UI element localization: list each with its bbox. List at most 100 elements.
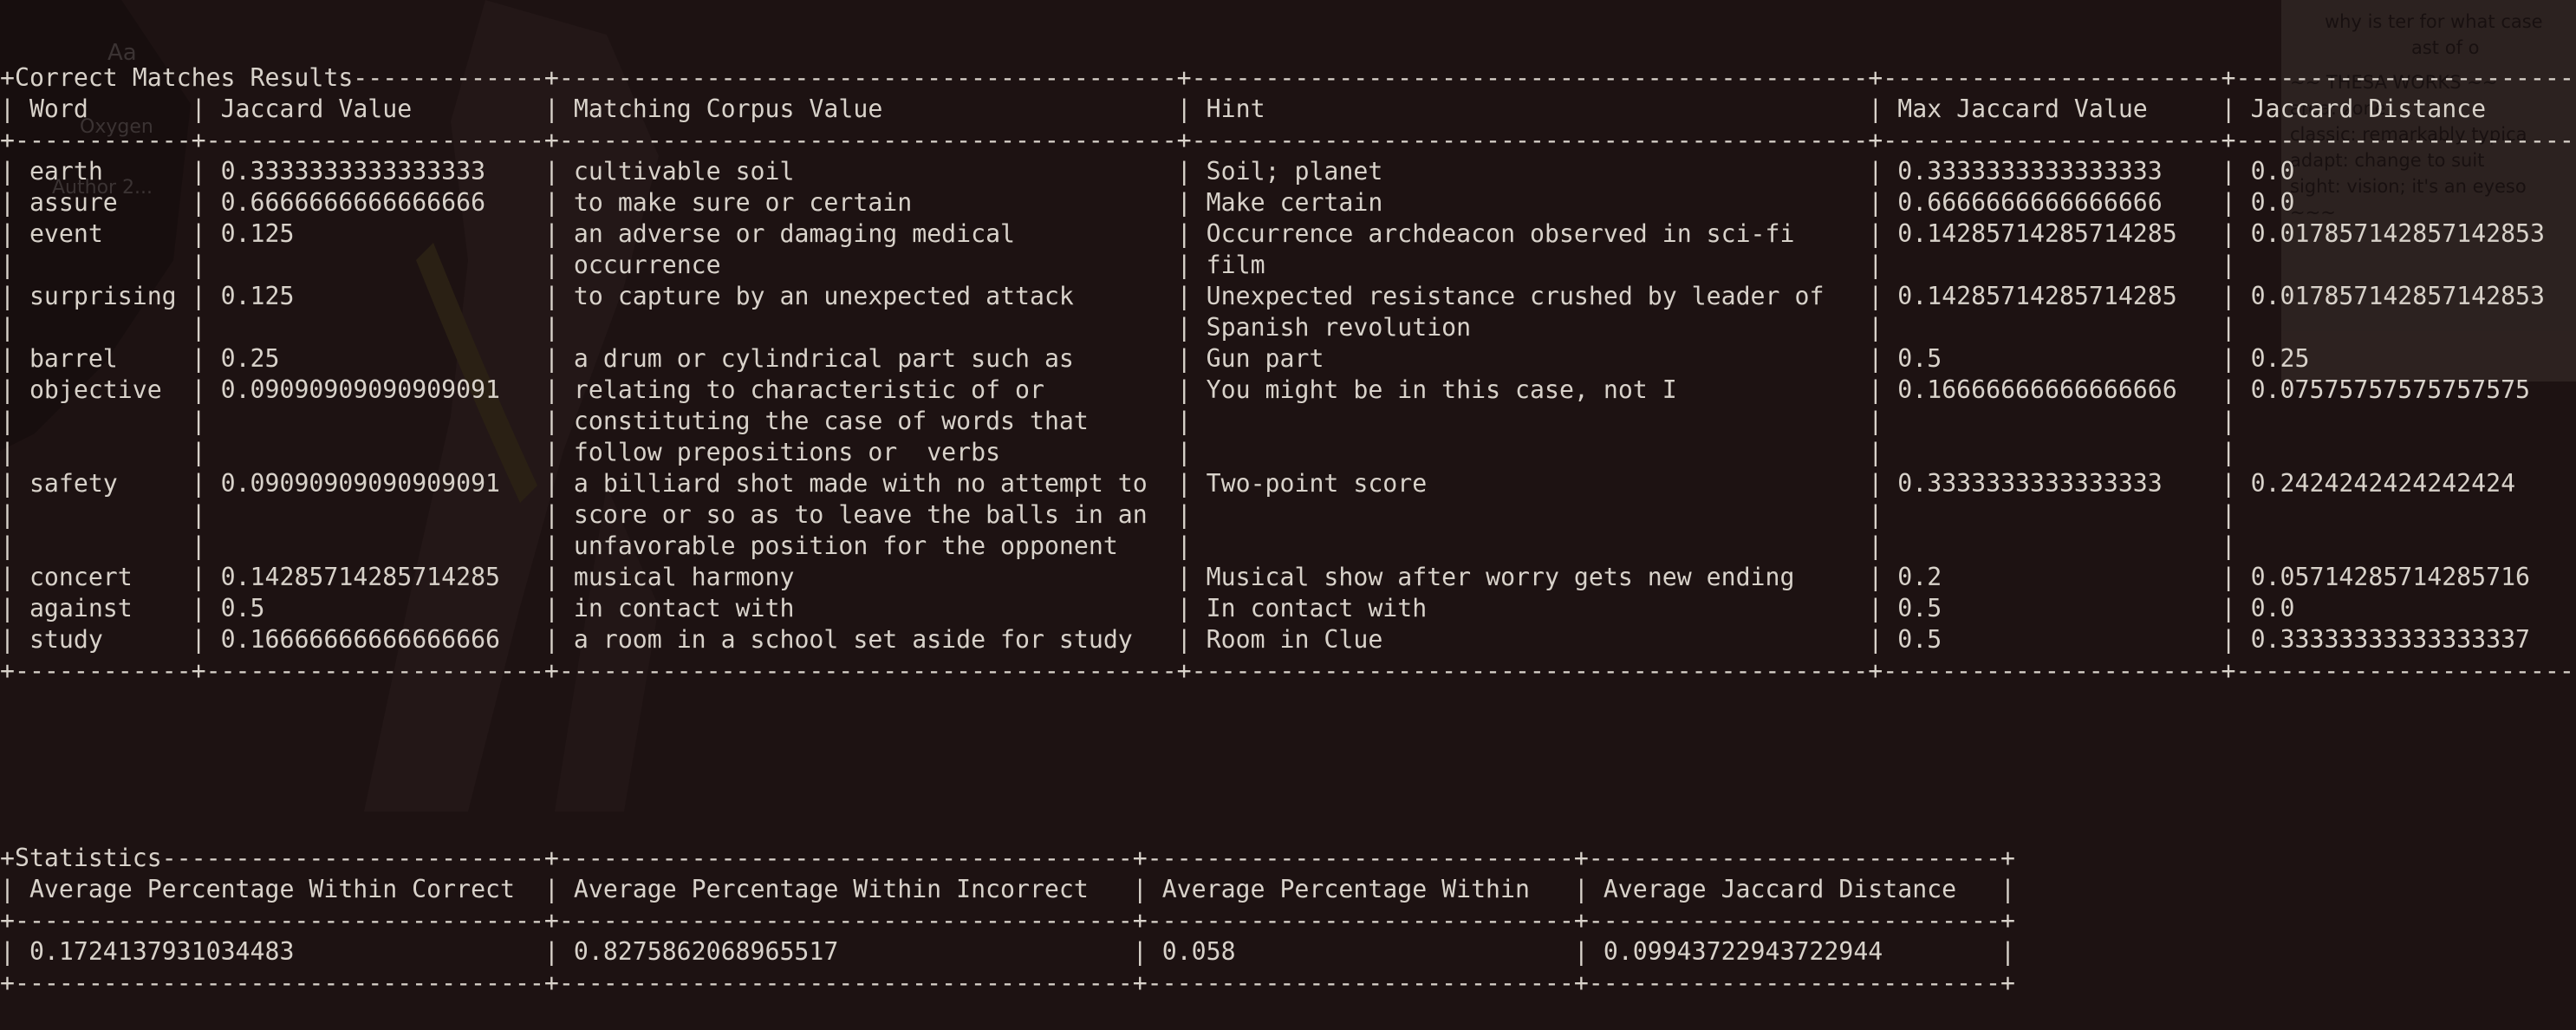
statistics-table: +Statistics--------------------------+--…	[0, 843, 2576, 999]
table-cell: study	[14, 625, 192, 654]
table-cell: follow prepositions or verbs	[558, 438, 1177, 466]
table-cell: a drum or cylindrical part such as	[558, 344, 1177, 373]
table-header-row: | Average Percentage Within Correct | Av…	[0, 875, 2016, 903]
table-cell	[206, 438, 544, 466]
table-cell	[1883, 313, 2221, 342]
table-cell: 0.14285714285714285	[1883, 219, 2221, 248]
table-row: | against | 0.5 | in contact with | In c…	[0, 593, 2576, 624]
table-cell: 0.09090909090909091	[205, 469, 544, 498]
table-border: +------------------------------------+--…	[0, 906, 2015, 935]
table-row: | | | constituting the case of words tha…	[0, 406, 2576, 437]
table-cell: in contact with	[558, 594, 1177, 623]
table-cell: 0.5	[1883, 344, 2221, 373]
column-header: Average Jaccard Distance	[1588, 875, 2001, 903]
table-cell: an adverse or damaging medical	[558, 219, 1177, 248]
table-title-border: +Statistics--------------------------+--…	[0, 844, 2015, 872]
table-cell: to capture by an unexpected attack	[558, 282, 1177, 310]
table-cell: objective	[14, 375, 192, 404]
column-header: Matching Corpus Value	[558, 95, 1177, 123]
table-cell	[15, 313, 192, 342]
column-header: Jaccard Distance	[2235, 95, 2576, 123]
table-cell: 0.14285714285714285	[205, 563, 544, 591]
table-cell	[1192, 531, 1869, 560]
table-title-border: +Correct Matches Results-------------+--…	[0, 63, 2576, 92]
table-cell: 0.125	[205, 282, 544, 310]
table-cell: You might be in this case, not I	[1191, 375, 1869, 404]
table-row: | 0.1724137931034483 | 0.827586206896551…	[0, 937, 2016, 966]
table-cell: Make certain	[1191, 188, 1869, 217]
column-header: Max Jaccard Value	[1883, 95, 2221, 123]
table-cell: occurrence	[558, 251, 1177, 279]
correct-matches-table: +Correct Matches Results-------------+--…	[0, 62, 2576, 687]
table-cell: concert	[14, 563, 192, 591]
table-cell: Gun part	[1191, 344, 1869, 373]
table-cell: 0.5	[205, 594, 544, 623]
table-cell: assure	[14, 188, 192, 217]
table-row: | concert | 0.14285714285714285 | musica…	[0, 562, 2576, 593]
table-cell: 0.8275862068965517	[558, 937, 1133, 966]
table-cell: film	[1191, 251, 1869, 279]
table-cell	[15, 500, 192, 529]
table-row: | objective | 0.09090909090909091 | rela…	[0, 375, 2576, 406]
table-cell: 0.07575757575757575	[2235, 375, 2576, 404]
table-cell: Spanish revolution	[1191, 313, 1869, 342]
table-cell: 0.2	[1883, 563, 2221, 591]
table-cell: 0.25	[205, 344, 544, 373]
table-cell: 0.2424242424242424	[2235, 469, 2576, 498]
table-cell	[1883, 407, 2221, 435]
table-cell	[15, 531, 192, 560]
table-cell: constituting the case of words that	[558, 407, 1177, 435]
table-row: | assure | 0.6666666666666666 | to make …	[0, 187, 2576, 218]
column-header: Hint	[1191, 95, 1869, 123]
table-cell: 0.3333333333333333	[1883, 157, 2221, 186]
table-cell	[1883, 438, 2221, 466]
table-spacer	[0, 749, 2576, 780]
table-cell	[1192, 438, 1869, 466]
table-row: | study | 0.16666666666666666 | a room i…	[0, 624, 2576, 655]
column-header: Average Percentage Within	[1147, 875, 1574, 903]
table-cell	[1192, 407, 1869, 435]
table-border: +------------+-----------------------+--…	[0, 656, 2576, 685]
table-cell: earth	[14, 157, 192, 186]
table-cell: 0.6666666666666666	[1883, 188, 2221, 217]
table-cell	[2236, 407, 2576, 435]
column-header: Average Percentage Within Correct	[14, 875, 544, 903]
table-cell: 0.16666666666666666	[1883, 375, 2221, 404]
table-cell: event	[14, 219, 192, 248]
table-cell	[2236, 313, 2576, 342]
table-cell: score or so as to leave the balls in an	[558, 500, 1177, 529]
table-cell	[1883, 251, 2221, 279]
column-header: Word	[14, 95, 192, 123]
table-cell: Two-point score	[1191, 469, 1869, 498]
table-cell: relating to characteristic of or	[558, 375, 1177, 404]
table-cell: 0.5	[1883, 594, 2221, 623]
table-cell: 0.1724137931034483	[14, 937, 544, 966]
table-cell: 0.16666666666666666	[205, 625, 544, 654]
table-row: | event | 0.125 | an adverse or damaging…	[0, 218, 2576, 250]
table-cell: 0.017857142857142853	[2235, 219, 2576, 248]
table-cell: against	[14, 594, 192, 623]
table-cell	[2236, 438, 2576, 466]
table-row: | | | unfavorable position for the oppon…	[0, 531, 2576, 562]
table-cell	[1883, 500, 2221, 529]
table-cell: to make sure or certain	[558, 188, 1177, 217]
table-row: | earth | 0.3333333333333333 | cultivabl…	[0, 156, 2576, 187]
table-row: | surprising | 0.125 | to capture by an …	[0, 281, 2576, 312]
table-cell: 0.25	[2235, 344, 2576, 373]
table-row: | barrel | 0.25 | a drum or cylindrical …	[0, 343, 2576, 375]
table-cell	[206, 313, 544, 342]
table-cell	[15, 407, 192, 435]
table-cell: Soil; planet	[1191, 157, 1869, 186]
table-cell	[1883, 531, 2221, 560]
table-cell	[206, 531, 544, 560]
table-border: +------------+-----------------------+--…	[0, 126, 2576, 154]
table-cell: 0.0	[2235, 188, 2576, 217]
table-cell: 0.09090909090909091	[205, 375, 544, 404]
table-cell	[206, 251, 544, 279]
table-cell: 0.05714285714285716	[2235, 563, 2576, 591]
table-cell: 0.0	[2235, 157, 2576, 186]
table-cell: cultivable soil	[558, 157, 1177, 186]
table-cell: 0.5	[1883, 625, 2221, 654]
table-cell: In contact with	[1191, 594, 1869, 623]
table-cell: 0.058	[1147, 937, 1574, 966]
